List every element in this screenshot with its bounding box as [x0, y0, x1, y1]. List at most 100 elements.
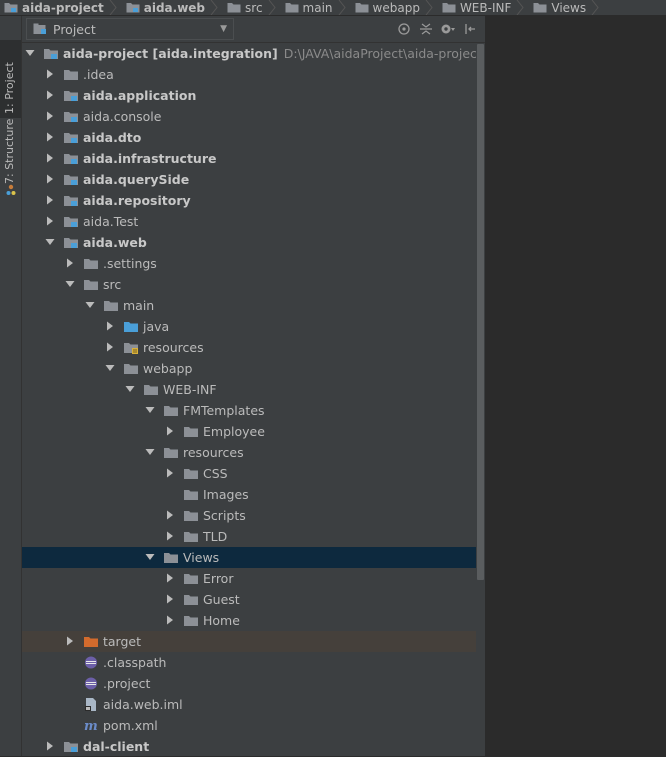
scroll-from-source-button[interactable] — [395, 20, 413, 38]
chevron-right-icon[interactable] — [165, 615, 175, 625]
breadcrumb-item[interactable]: webapp — [351, 0, 438, 15]
project-tool-tab[interactable]: 1: Project — [0, 40, 21, 118]
chevron-down-icon[interactable] — [45, 237, 55, 247]
tree-node-label: aida.web — [83, 235, 147, 250]
tree-node-label: aida-project [aida.integration] D:\JAVA\a… — [63, 46, 482, 61]
chevron-right-icon[interactable] — [65, 636, 75, 646]
folder-icon — [184, 490, 198, 500]
tree-node[interactable]: aida.querySide — [22, 169, 485, 190]
breadcrumb-item[interactable]: main — [281, 0, 351, 15]
tree-node[interactable]: Guest — [22, 589, 485, 610]
tree-scrollbar-thumb[interactable] — [477, 44, 484, 580]
chevron-right-icon[interactable] — [165, 531, 175, 541]
tree-node[interactable]: WEB-INF — [22, 379, 485, 400]
tree-node[interactable]: aida.infrastructure — [22, 148, 485, 169]
chevron-right-icon[interactable] — [105, 321, 115, 331]
chevron-right-icon[interactable] — [45, 90, 55, 100]
tree-node[interactable]: Employee — [22, 421, 485, 442]
tree-node[interactable]: Home — [22, 610, 485, 631]
folder-icon — [164, 448, 178, 458]
tree-node-label: aida.console — [83, 109, 162, 124]
tree-node[interactable]: aida.web.iml — [22, 694, 485, 715]
chevron-down-icon[interactable] — [85, 300, 95, 310]
tree-node[interactable]: .classpath — [22, 652, 485, 673]
tree-node[interactable]: aida.repository — [22, 190, 485, 211]
tree-node[interactable]: target — [22, 631, 485, 652]
structure-tool-tab[interactable]: 7: Structure — [0, 118, 21, 204]
chevron-right-icon[interactable] — [165, 594, 175, 604]
breadcrumb-item[interactable]: WEB-INF — [438, 0, 529, 15]
structure-tool-tab-label: 7: Structure — [3, 118, 16, 184]
chevron-right-icon[interactable] — [45, 69, 55, 79]
tree-node[interactable]: aida.web — [22, 232, 485, 253]
collapse-all-button[interactable] — [417, 20, 435, 38]
settings-button[interactable] — [439, 20, 457, 38]
tree-node[interactable]: Views — [22, 547, 485, 568]
chevron-right-icon[interactable] — [165, 510, 175, 520]
chevron-down-icon[interactable] — [65, 279, 75, 289]
breadcrumb-item[interactable]: src — [223, 0, 281, 15]
breadcrumb-item[interactable]: aida.web — [122, 0, 223, 15]
tree-node[interactable]: aida.dto — [22, 127, 485, 148]
chevron-right-icon[interactable] — [45, 741, 55, 751]
chevron-right-icon[interactable] — [45, 153, 55, 163]
tree-node[interactable]: resources — [22, 442, 485, 463]
tree-node[interactable]: Images — [22, 484, 485, 505]
chevron-right-icon[interactable] — [45, 195, 55, 205]
chevron-down-icon[interactable] — [125, 384, 135, 394]
chevron-right-icon[interactable] — [165, 468, 175, 478]
tree-node-label: Views — [183, 550, 220, 565]
chevron-right-icon[interactable] — [45, 111, 55, 121]
tree-node[interactable]: src — [22, 274, 485, 295]
chevron-right-icon[interactable] — [105, 342, 115, 352]
tree-node[interactable]: webapp — [22, 358, 485, 379]
tree-node[interactable]: aida.console — [22, 106, 485, 127]
chevron-right-icon[interactable] — [45, 216, 55, 226]
chevron-right-icon[interactable] — [165, 426, 175, 436]
resources-folder-icon — [124, 343, 138, 354]
view-mode-select[interactable]: Project ▼ — [26, 18, 234, 40]
tree-node-label: Images — [203, 487, 249, 502]
tree-node[interactable]: resources — [22, 337, 485, 358]
module-file-icon — [85, 698, 96, 711]
folder-icon — [184, 511, 198, 521]
breadcrumb-item[interactable]: Views — [529, 0, 604, 15]
chevron-right-icon[interactable] — [45, 174, 55, 184]
chevron-down-icon[interactable] — [145, 447, 155, 457]
breadcrumb-separator-icon — [109, 0, 117, 15]
breadcrumb-label: aida-project — [22, 0, 104, 15]
project-panel-header: Project ▼ — [22, 16, 485, 43]
tree-node[interactable]: .project — [22, 673, 485, 694]
breadcrumb-separator-icon — [516, 0, 525, 15]
breadcrumb-item[interactable]: aida-project — [0, 0, 122, 15]
module-folder-icon — [126, 3, 140, 13]
structure-icon — [6, 184, 16, 195]
chevron-down-icon[interactable] — [25, 48, 35, 58]
tree-node[interactable]: CSS — [22, 463, 485, 484]
tree-node[interactable]: aida.application — [22, 85, 485, 106]
tree-node[interactable]: FMTemplates — [22, 400, 485, 421]
tree-node[interactable]: TLD — [22, 526, 485, 547]
tree-node[interactable]: Scripts — [22, 505, 485, 526]
hide-panel-button[interactable] — [461, 20, 479, 38]
tree-node[interactable]: aida-project [aida.integration] D:\JAVA\a… — [22, 43, 485, 64]
tree-node[interactable]: .idea — [22, 64, 485, 85]
tree-node-label: CSS — [203, 466, 228, 481]
tree-node[interactable]: .settings — [22, 253, 485, 274]
tree-node[interactable]: java — [22, 316, 485, 337]
chevron-right-icon[interactable] — [45, 132, 55, 142]
tree-node[interactable]: main — [22, 295, 485, 316]
tree-node[interactable]: m pom.xml — [22, 715, 485, 736]
tree-node[interactable]: aida.Test — [22, 211, 485, 232]
chevron-right-icon[interactable] — [65, 258, 75, 268]
chevron-down-icon[interactable] — [145, 552, 155, 562]
chevron-down-icon[interactable] — [105, 363, 115, 373]
tree-node-label: src — [103, 277, 122, 292]
breadcrumb-label: Views — [551, 0, 587, 15]
chevron-right-icon[interactable] — [165, 573, 175, 583]
tree-node[interactable]: dal-client — [22, 736, 485, 757]
tree-node-label: .idea — [83, 67, 114, 82]
breadcrumb-label: WEB-INF — [459, 0, 512, 15]
tree-node[interactable]: Error — [22, 568, 485, 589]
chevron-down-icon[interactable] — [145, 405, 155, 415]
